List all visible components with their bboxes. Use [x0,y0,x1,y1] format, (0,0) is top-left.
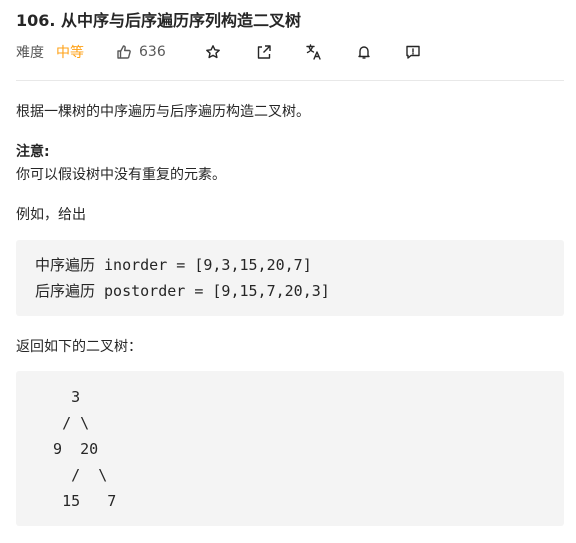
translate-icon [306,44,321,60]
example-intro: 例如，给出 [16,207,86,223]
difficulty-label: 难度 [16,45,44,61]
share-button[interactable] [252,40,276,64]
problem-meta-bar: 难度 中等 636 [16,40,564,64]
tree-code-block: 3 / \ 9 20 / \ 15 7 [16,371,564,526]
notify-button[interactable] [352,40,376,64]
example-code: 中序遍历 inorder = [9,3,15,20,7] 后序遍历 postor… [35,256,330,300]
feedback-icon [406,45,420,59]
bell-icon [358,46,370,59]
star-icon [206,45,220,59]
share-icon [257,45,271,59]
tree-diagram: 3 / \ 9 20 / \ 15 7 [53,388,117,510]
like-count: 636 [139,44,166,60]
thumbs-up-icon [117,45,131,59]
star-button[interactable] [201,40,225,64]
note-title: 注意: [16,144,50,160]
problem-description: 根据一棵树的中序遍历与后序遍历构造二叉树。 [16,104,310,120]
problem-title: 106. 从中序与后序遍历序列构造二叉树 [16,11,302,30]
note-text: 你可以假设树中没有重复的元素。 [16,167,226,183]
header-divider [16,80,564,81]
feedback-button[interactable] [401,40,425,64]
like-button[interactable]: 636 [116,44,166,60]
return-text: 返回如下的二叉树： [16,339,142,355]
difficulty-badge: 中等 [56,45,84,61]
example-code-block: 中序遍历 inorder = [9,3,15,20,7] 后序遍历 postor… [16,240,564,316]
translate-button[interactable] [302,40,326,64]
